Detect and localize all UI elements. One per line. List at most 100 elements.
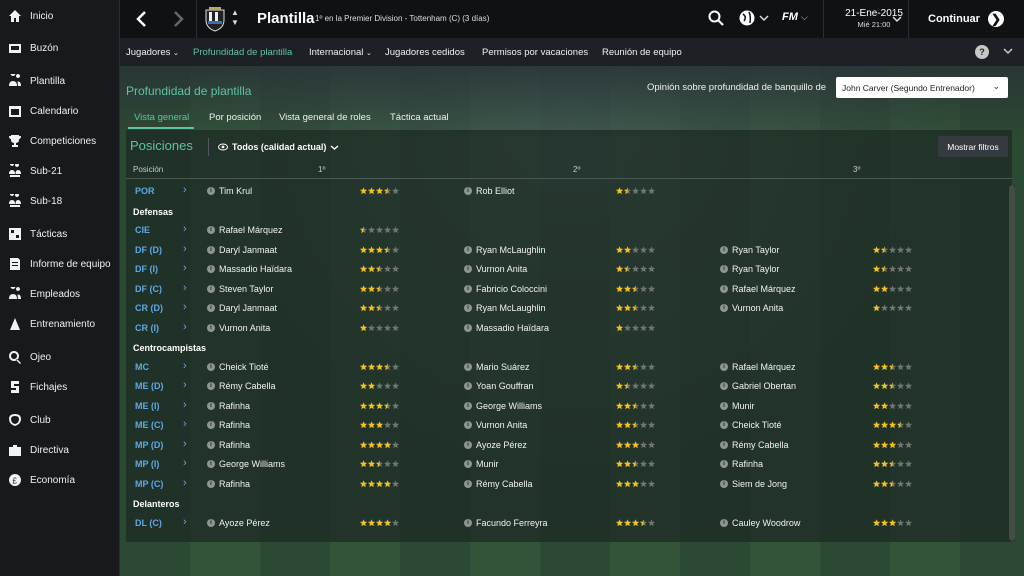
player-link[interactable]: i Rémy Cabella xyxy=(207,381,276,391)
player-link[interactable]: i Vurnon Anita xyxy=(207,323,270,333)
back-button[interactable] xyxy=(124,0,160,38)
player-link[interactable]: i Ryan Taylor xyxy=(720,245,779,255)
tab-por-posicion[interactable]: Por posición xyxy=(209,112,261,123)
subnav-internacional[interactable]: Internacional ⌄ xyxy=(309,47,372,58)
sidebar-item-inicio[interactable]: Inicio xyxy=(0,2,120,30)
info-icon[interactable]: i xyxy=(464,401,472,410)
info-icon[interactable]: i xyxy=(207,382,215,390)
tab-vista-roles[interactable]: Vista general de roles xyxy=(279,112,371,123)
chevron-right-icon[interactable]: › xyxy=(183,477,187,489)
player-link[interactable]: i Fabricio Coloccini xyxy=(464,284,547,294)
player-link[interactable]: i Ayoze Pérez xyxy=(207,518,270,528)
info-icon[interactable]: i xyxy=(464,518,472,527)
player-link[interactable]: i Massadio Haïdara xyxy=(207,264,292,274)
subnav-cedidos[interactable]: Jugadores cedidos xyxy=(385,47,465,58)
info-icon[interactable]: i xyxy=(720,304,728,312)
player-link[interactable]: i Ayoze Pérez xyxy=(464,440,527,450)
chevron-right-icon[interactable]: › xyxy=(183,516,187,528)
player-link[interactable]: i Ryan Taylor xyxy=(720,264,779,274)
info-icon[interactable]: i xyxy=(464,323,472,332)
info-icon[interactable]: i xyxy=(720,245,728,254)
info-icon[interactable]: i xyxy=(464,479,472,488)
position-link[interactable]: CR (I) xyxy=(135,323,159,333)
chevron-right-icon[interactable]: › xyxy=(183,379,187,391)
position-link[interactable]: MC xyxy=(135,362,149,372)
chevron-right-icon[interactable]: › xyxy=(183,301,187,313)
tab-vista-general[interactable]: Vista general xyxy=(134,112,189,123)
player-link[interactable]: i Rémy Cabella xyxy=(464,479,533,489)
scrollbar-thumb[interactable] xyxy=(1009,185,1015,541)
chevron-down-icon[interactable] xyxy=(892,15,902,23)
player-link[interactable]: i Vurnon Anita xyxy=(464,420,527,430)
position-link[interactable]: DL (C) xyxy=(135,518,162,528)
position-link[interactable]: DF (I) xyxy=(135,264,158,274)
info-icon[interactable]: i xyxy=(464,382,472,390)
show-filters-button[interactable]: Mostrar filtros xyxy=(938,136,1008,157)
player-link[interactable]: i Vurnon Anita xyxy=(720,303,783,313)
sidebar-item-economía[interactable]: £ Economía xyxy=(0,466,120,494)
player-link[interactable]: i George Williams xyxy=(207,459,285,469)
sidebar-item-empleados[interactable]: Empleados xyxy=(0,280,120,308)
player-link[interactable]: i Ryan McLaughlin xyxy=(464,303,546,313)
info-icon[interactable]: i xyxy=(720,401,728,410)
chevron-down-icon[interactable] xyxy=(1003,45,1013,57)
info-icon[interactable]: i xyxy=(720,382,728,390)
player-link[interactable]: i Cauley Woodrow xyxy=(720,518,800,528)
chevron-right-icon[interactable]: › xyxy=(183,457,187,469)
chevron-right-icon[interactable]: › xyxy=(183,360,187,372)
info-icon[interactable]: i xyxy=(464,187,472,195)
player-link[interactable]: i Steven Taylor xyxy=(207,284,273,294)
info-icon[interactable]: i xyxy=(207,479,215,488)
player-link[interactable]: i Rafinha xyxy=(207,479,250,489)
position-link[interactable]: ME (C) xyxy=(135,420,164,430)
player-link[interactable]: i Rémy Cabella xyxy=(720,440,789,450)
player-link[interactable]: i Rafinha xyxy=(207,401,250,411)
info-icon[interactable]: i xyxy=(207,362,215,371)
info-icon[interactable]: i xyxy=(464,304,472,312)
player-link[interactable]: i Gabriel Obertan xyxy=(720,381,796,391)
player-link[interactable]: i Mario Suárez xyxy=(464,362,530,372)
info-icon[interactable]: i xyxy=(207,440,215,449)
help-button[interactable]: ? xyxy=(975,45,989,59)
subnav-permisos[interactable]: Permisos por vacaciones xyxy=(482,47,588,58)
position-link[interactable]: POR xyxy=(135,186,155,196)
info-icon[interactable]: i xyxy=(720,284,728,293)
position-link[interactable]: MP (C) xyxy=(135,479,163,489)
position-link[interactable]: MP (I) xyxy=(135,459,159,469)
chevron-right-icon[interactable]: › xyxy=(183,262,187,274)
position-link[interactable]: CIE xyxy=(135,225,150,235)
player-link[interactable]: i Rafael Márquez xyxy=(720,362,796,372)
player-link[interactable]: i Cheick Tioté xyxy=(207,362,269,372)
chevron-right-icon[interactable]: › xyxy=(183,321,187,333)
sidebar-item-directiva[interactable]: Directiva xyxy=(0,436,120,464)
info-icon[interactable]: i xyxy=(720,518,728,527)
chevron-right-icon[interactable]: › xyxy=(183,223,187,235)
player-link[interactable]: i Vurnon Anita xyxy=(464,264,527,274)
club-switch-icon[interactable]: ▲ ▼ xyxy=(230,8,240,30)
sidebar-item-ojeo[interactable]: Ojeo xyxy=(0,343,120,371)
player-link[interactable]: i Tim Krul xyxy=(207,186,252,196)
staff-opinion-dropdown[interactable]: John Carver (Segundo Entrenador) ⌄ xyxy=(836,77,1008,98)
sidebar-item-plantilla[interactable]: Plantilla xyxy=(0,67,120,95)
info-icon[interactable]: i xyxy=(720,460,728,468)
info-icon[interactable]: i xyxy=(464,245,472,254)
player-link[interactable]: i Cheick Tioté xyxy=(720,420,782,430)
position-link[interactable]: ME (D) xyxy=(135,381,164,391)
info-icon[interactable]: i xyxy=(464,284,472,293)
info-icon[interactable]: i xyxy=(207,245,215,254)
chevron-right-icon[interactable]: › xyxy=(183,243,187,255)
fm-menu-button[interactable]: FM ⌵ xyxy=(782,11,818,27)
sidebar-item-tácticas[interactable]: Tácticas xyxy=(0,220,120,248)
position-link[interactable]: DF (D) xyxy=(135,245,162,255)
info-icon[interactable]: i xyxy=(464,460,472,468)
chevron-right-icon[interactable]: › xyxy=(183,282,187,294)
sidebar-item-sub-18[interactable]: Sub-18 xyxy=(0,187,120,215)
player-link[interactable]: i George Williams xyxy=(464,401,542,411)
info-icon[interactable]: i xyxy=(207,518,215,527)
subnav-profundidad[interactable]: Profundidad de plantilla xyxy=(193,47,292,58)
sidebar-item-club[interactable]: Club xyxy=(0,406,120,434)
globe-icon[interactable] xyxy=(738,9,770,27)
info-icon[interactable]: i xyxy=(207,401,215,410)
info-icon[interactable]: i xyxy=(207,323,215,332)
continue-button[interactable]: Continuar ❯ xyxy=(908,0,1024,38)
